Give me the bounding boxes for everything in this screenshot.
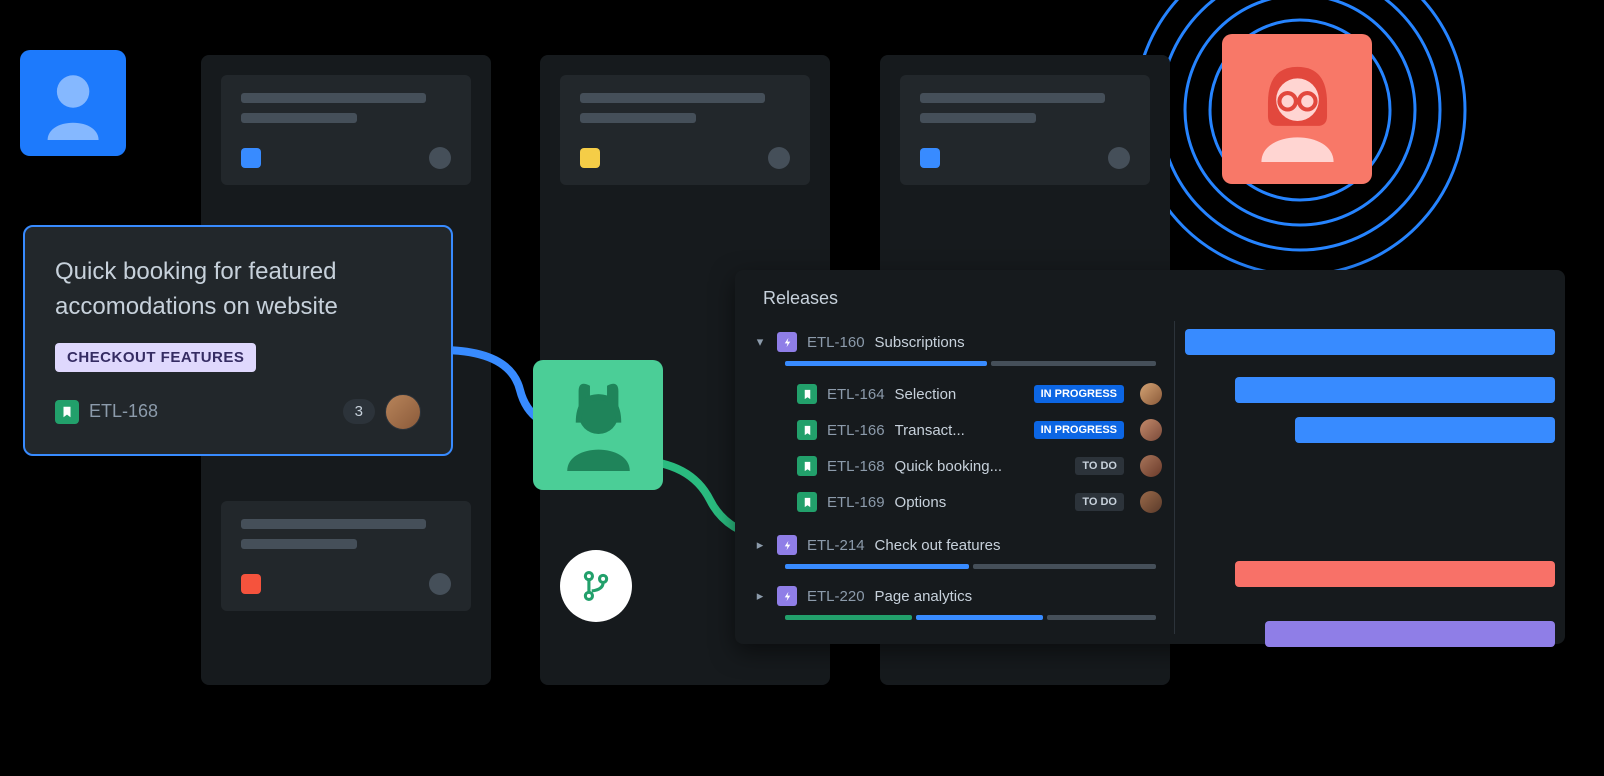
issue-type-icon (920, 148, 940, 168)
gantt-chart (1175, 321, 1565, 634)
avatar-user-blue (20, 50, 126, 156)
gantt-bar[interactable] (1295, 417, 1555, 443)
featured-issue-card[interactable]: Quick booking for featured accomodations… (23, 225, 453, 456)
issue-type-icon (241, 148, 261, 168)
progress-bar (735, 562, 1174, 579)
assignee-avatar[interactable] (385, 394, 421, 430)
status-badge[interactable]: TO DO (1075, 493, 1124, 511)
issue-key: ETL-164 (827, 386, 885, 403)
placeholder-line (241, 519, 426, 529)
epic-icon (777, 535, 797, 555)
story-icon (797, 492, 817, 512)
issue-type-icon (241, 574, 261, 594)
placeholder-line (580, 93, 765, 103)
issue-name: Selection (895, 386, 957, 403)
progress-bar (735, 359, 1174, 376)
avatar (768, 147, 790, 169)
story-row[interactable]: ETL-166 Transact... IN PROGRESS (735, 412, 1174, 448)
story-row[interactable]: ETL-164 Selection IN PROGRESS (735, 376, 1174, 412)
user-icon (553, 380, 644, 471)
issue-name: Transact... (895, 422, 965, 439)
kanban-card[interactable] (221, 501, 471, 611)
issue-key: ETL-220 (807, 588, 865, 605)
story-icon (55, 400, 79, 424)
git-branch-icon (579, 569, 613, 603)
issue-name: Options (895, 494, 947, 511)
issue-name: Page analytics (875, 588, 973, 605)
issue-key: ETL-168 (827, 458, 885, 475)
issue-key: ETL-214 (807, 537, 865, 554)
placeholder-line (241, 113, 357, 123)
placeholder-line (241, 93, 426, 103)
assignee-avatar[interactable] (1140, 419, 1162, 441)
issue-name: Check out features (875, 537, 1001, 554)
git-branch-button[interactable] (560, 550, 632, 622)
chevron-down-icon[interactable]: ▾ (753, 334, 767, 350)
issue-key: ETL-166 (827, 422, 885, 439)
avatar-user-green (533, 360, 663, 490)
avatar (429, 147, 451, 169)
status-badge[interactable]: IN PROGRESS (1034, 421, 1124, 439)
story-row[interactable]: ETL-168 Quick booking... TO DO (735, 448, 1174, 484)
assignee-avatar[interactable] (1140, 455, 1162, 477)
assignee-avatar[interactable] (1140, 491, 1162, 513)
epic-tag[interactable]: CHECKOUT FEATURES (55, 343, 256, 372)
epic-row[interactable]: ▸ ETL-214 Check out features (735, 528, 1174, 562)
issue-title: Quick booking for featured accomodations… (55, 255, 421, 325)
avatar-user-orange (1222, 34, 1372, 184)
issue-key: ETL-160 (807, 334, 865, 351)
kanban-card[interactable] (560, 75, 810, 185)
placeholder-line (241, 539, 357, 549)
story-icon (797, 420, 817, 440)
issue-type-icon (580, 148, 600, 168)
issue-name: Subscriptions (875, 334, 965, 351)
kanban-card[interactable] (221, 75, 471, 185)
user-icon (1245, 57, 1350, 162)
story-icon (797, 456, 817, 476)
kanban-card[interactable] (900, 75, 1150, 185)
releases-panel: Releases ▾ ETL-160 Subscriptions ETL-164… (735, 270, 1565, 644)
placeholder-line (920, 93, 1105, 103)
comment-count: 3 (343, 399, 375, 424)
epic-icon (777, 332, 797, 352)
releases-tree: ▾ ETL-160 Subscriptions ETL-164 Selectio… (735, 321, 1175, 634)
gantt-bar[interactable] (1185, 329, 1555, 355)
progress-bar (735, 613, 1174, 630)
placeholder-line (920, 113, 1036, 123)
issue-name: Quick booking... (895, 458, 1003, 475)
chevron-right-icon[interactable]: ▸ (753, 537, 767, 553)
issue-key: ETL-169 (827, 494, 885, 511)
placeholder-line (580, 113, 696, 123)
panel-title: Releases (735, 288, 1565, 321)
epic-icon (777, 586, 797, 606)
gantt-bar[interactable] (1235, 377, 1555, 403)
epic-row[interactable]: ▸ ETL-220 Page analytics (735, 579, 1174, 613)
status-badge[interactable]: IN PROGRESS (1034, 385, 1124, 403)
story-icon (797, 384, 817, 404)
status-badge[interactable]: TO DO (1075, 457, 1124, 475)
avatar (1108, 147, 1130, 169)
assignee-avatar[interactable] (1140, 383, 1162, 405)
avatar (429, 573, 451, 595)
story-row[interactable]: ETL-169 Options TO DO (735, 484, 1174, 520)
chevron-right-icon[interactable]: ▸ (753, 588, 767, 604)
epic-row[interactable]: ▾ ETL-160 Subscriptions (735, 325, 1174, 359)
gantt-bar[interactable] (1265, 621, 1555, 647)
user-icon (36, 66, 110, 140)
gantt-bar[interactable] (1235, 561, 1555, 587)
issue-key[interactable]: ETL-168 (89, 401, 333, 422)
